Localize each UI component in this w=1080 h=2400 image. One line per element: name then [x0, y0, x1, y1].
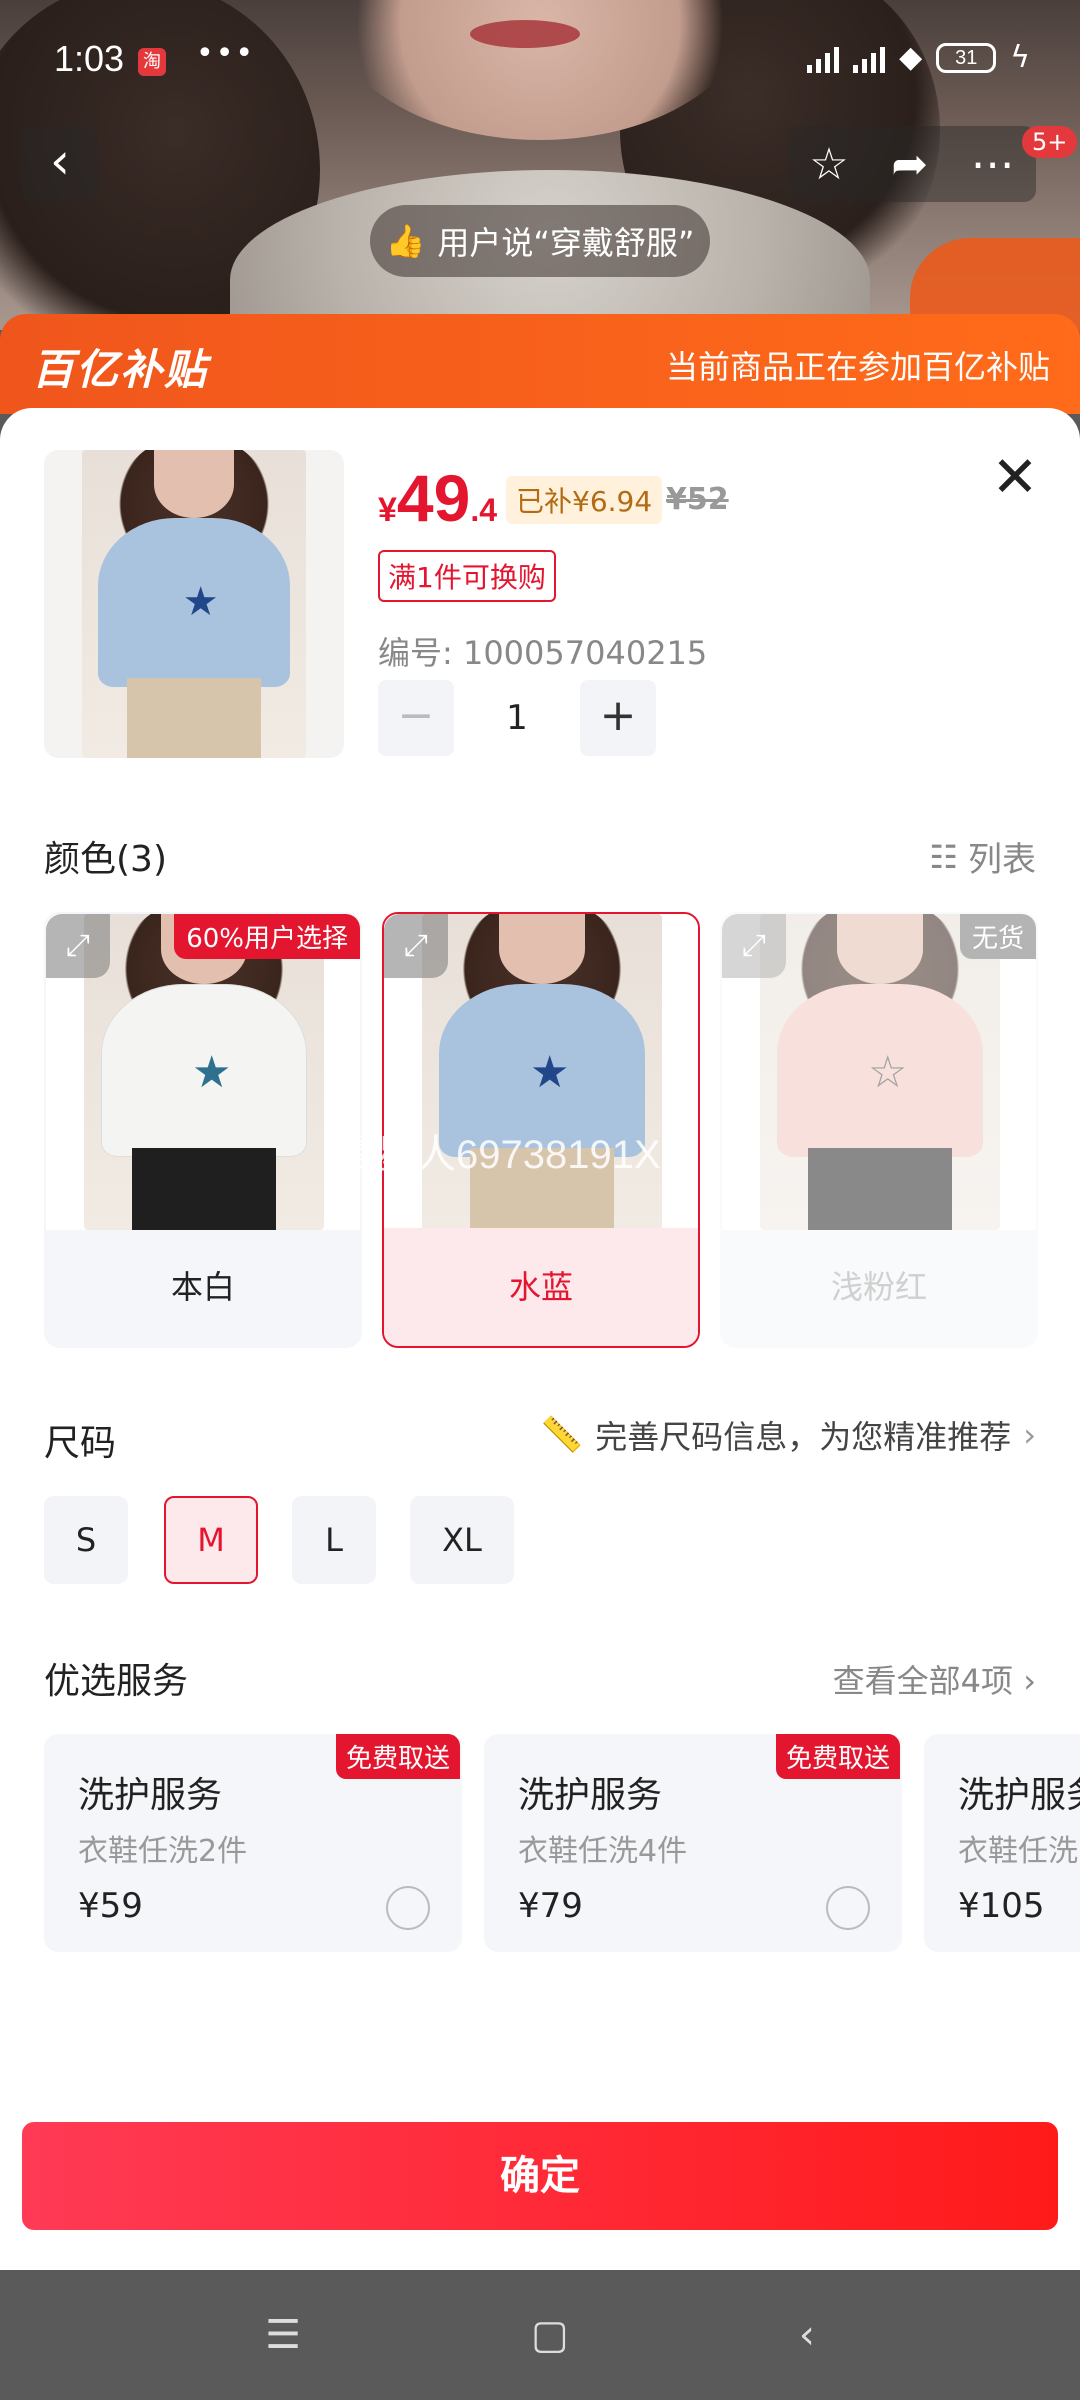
charging-icon: ϟ: [1010, 40, 1030, 75]
subsidy-amount-tag: 已补¥6.94: [506, 476, 663, 524]
decrease-button[interactable]: −: [378, 680, 454, 756]
service-title: 洗护服务: [518, 1775, 663, 1816]
free-pickup-tag: 免费取送: [775, 1734, 900, 1779]
chevron-right-icon: ›: [1023, 1662, 1036, 1700]
color-option-pink[interactable]: ☆ ⤢ 无货 浅粉红: [720, 912, 1038, 1348]
color-name: 本白: [170, 1268, 235, 1306]
status-more-icon: •••: [196, 36, 256, 71]
wifi-icon: ◆: [899, 40, 923, 75]
service-title: 洗护服务: [78, 1775, 223, 1816]
service-price: ¥105: [958, 1886, 1045, 1926]
subsidy-brand-logo: 百亿补贴: [32, 345, 209, 394]
close-button[interactable]: ✕: [985, 450, 1045, 510]
back-button[interactable]: ‹: [22, 126, 98, 202]
free-pickup-tag: 免费取送: [335, 1734, 460, 1779]
favorite-star-icon[interactable]: ☆: [809, 139, 848, 190]
promo-tag: 满1件可换购: [378, 550, 556, 602]
subsidy-banner: 百亿补贴 当前商品正在参加百亿补贴: [0, 314, 1080, 414]
user-says-text: 用户说“穿戴舒服”: [437, 224, 695, 262]
popular-choice-tag: 60%用户选择: [174, 914, 360, 959]
top-action-group: ☆ ➦ ⋯: [788, 126, 1036, 202]
close-icon: ✕: [991, 445, 1039, 510]
service-title: 洗护服务: [958, 1775, 1080, 1816]
signal-icon-2: [853, 43, 886, 73]
list-view-toggle[interactable]: ☷ 列表: [929, 832, 1036, 881]
sku-number: 编号: 100057040215: [378, 634, 708, 672]
expand-icon[interactable]: ⤢: [46, 914, 110, 978]
service-desc: 衣鞋任洗2件: [78, 1834, 248, 1869]
share-icon[interactable]: ➦: [891, 139, 928, 190]
user-says-pill: 👍 用户说“穿戴舒服”: [370, 205, 710, 277]
size-option-l[interactable]: L: [292, 1496, 376, 1584]
product-thumbnail[interactable]: ★: [44, 450, 344, 758]
expand-icon[interactable]: ⤢: [384, 914, 448, 978]
size-recommend-link[interactable]: 📏 完善尺码信息，为您精准推荐 ›: [541, 1412, 1036, 1458]
ruler-icon: 📏: [540, 1415, 584, 1455]
list-toggle-label: 列表: [968, 840, 1036, 880]
quantity-value[interactable]: 1: [454, 698, 580, 738]
color-name: 浅粉红: [830, 1268, 927, 1306]
see-all-services-link[interactable]: 查看全部4项 ›: [833, 1656, 1036, 1702]
original-price: ¥52: [666, 482, 729, 517]
system-nav-bar: ☰ ▢ ‹: [0, 2270, 1080, 2400]
color-section-title: 颜色(3): [44, 839, 167, 880]
status-bar: 1:03 淘 ••• ◆ 31 ϟ: [0, 0, 1080, 120]
message-badge: 5+: [1022, 126, 1078, 158]
price: ¥49.4: [378, 461, 498, 535]
more-options-icon[interactable]: ⋯: [971, 139, 1015, 190]
service-radio[interactable]: [826, 1886, 870, 1930]
size-option-s[interactable]: S: [44, 1496, 128, 1584]
status-right-icons: ◆ 31 ϟ: [807, 40, 1030, 75]
expand-icon[interactable]: ⤢: [722, 914, 786, 978]
size-section-title: 尺码: [44, 1423, 117, 1464]
size-hint-text: 完善尺码信息，为您精准推荐: [595, 1418, 1012, 1456]
service-price: ¥79: [518, 1886, 583, 1926]
taobao-app-icon: 淘: [138, 48, 166, 76]
service-option-3[interactable]: 洗护服务 衣鞋任洗6件 ¥105: [924, 1734, 1080, 1952]
battery-icon: 31: [936, 42, 997, 73]
back-icon[interactable]: ‹: [799, 2312, 815, 2358]
subsidy-note: 当前商品正在参加百亿补贴: [665, 348, 1050, 386]
service-option-2[interactable]: 免费取送 洗护服务 衣鞋任洗4件 ¥79: [484, 1734, 902, 1952]
service-desc: 衣鞋任洗4件: [518, 1834, 688, 1869]
service-section-title: 优选服务: [44, 1661, 189, 1702]
service-desc: 衣鞋任洗6件: [958, 1834, 1080, 1869]
service-price: ¥59: [78, 1886, 143, 1926]
menu-icon[interactable]: ☰: [265, 2312, 301, 2358]
home-icon[interactable]: ▢: [531, 2312, 569, 2358]
quantity-stepper: − 1 +: [378, 680, 656, 756]
list-icon: ☷: [929, 837, 958, 876]
size-option-xl[interactable]: XL: [410, 1496, 514, 1584]
back-arrow-icon: ‹: [50, 132, 70, 190]
watermark-text: 慢星人69738191X: [336, 1133, 661, 1177]
out-of-stock-tag: 无货: [959, 914, 1036, 959]
thumbnail-image: ★: [82, 450, 306, 758]
size-option-m[interactable]: M: [164, 1496, 258, 1584]
chevron-right-icon: ›: [1023, 1416, 1036, 1454]
color-name: 水蓝: [384, 1228, 698, 1346]
color-option-white[interactable]: ★ ⤢ 60%用户选择 本白: [44, 912, 362, 1348]
signal-icon: [807, 43, 840, 73]
confirm-button[interactable]: 确定: [22, 2122, 1058, 2230]
increase-button[interactable]: +: [580, 680, 656, 756]
service-option-1[interactable]: 免费取送 洗护服务 衣鞋任洗2件 ¥59: [44, 1734, 462, 1952]
service-radio[interactable]: [386, 1886, 430, 1930]
status-time: 1:03: [54, 38, 125, 79]
thumbs-up-icon: 👍: [385, 222, 426, 260]
